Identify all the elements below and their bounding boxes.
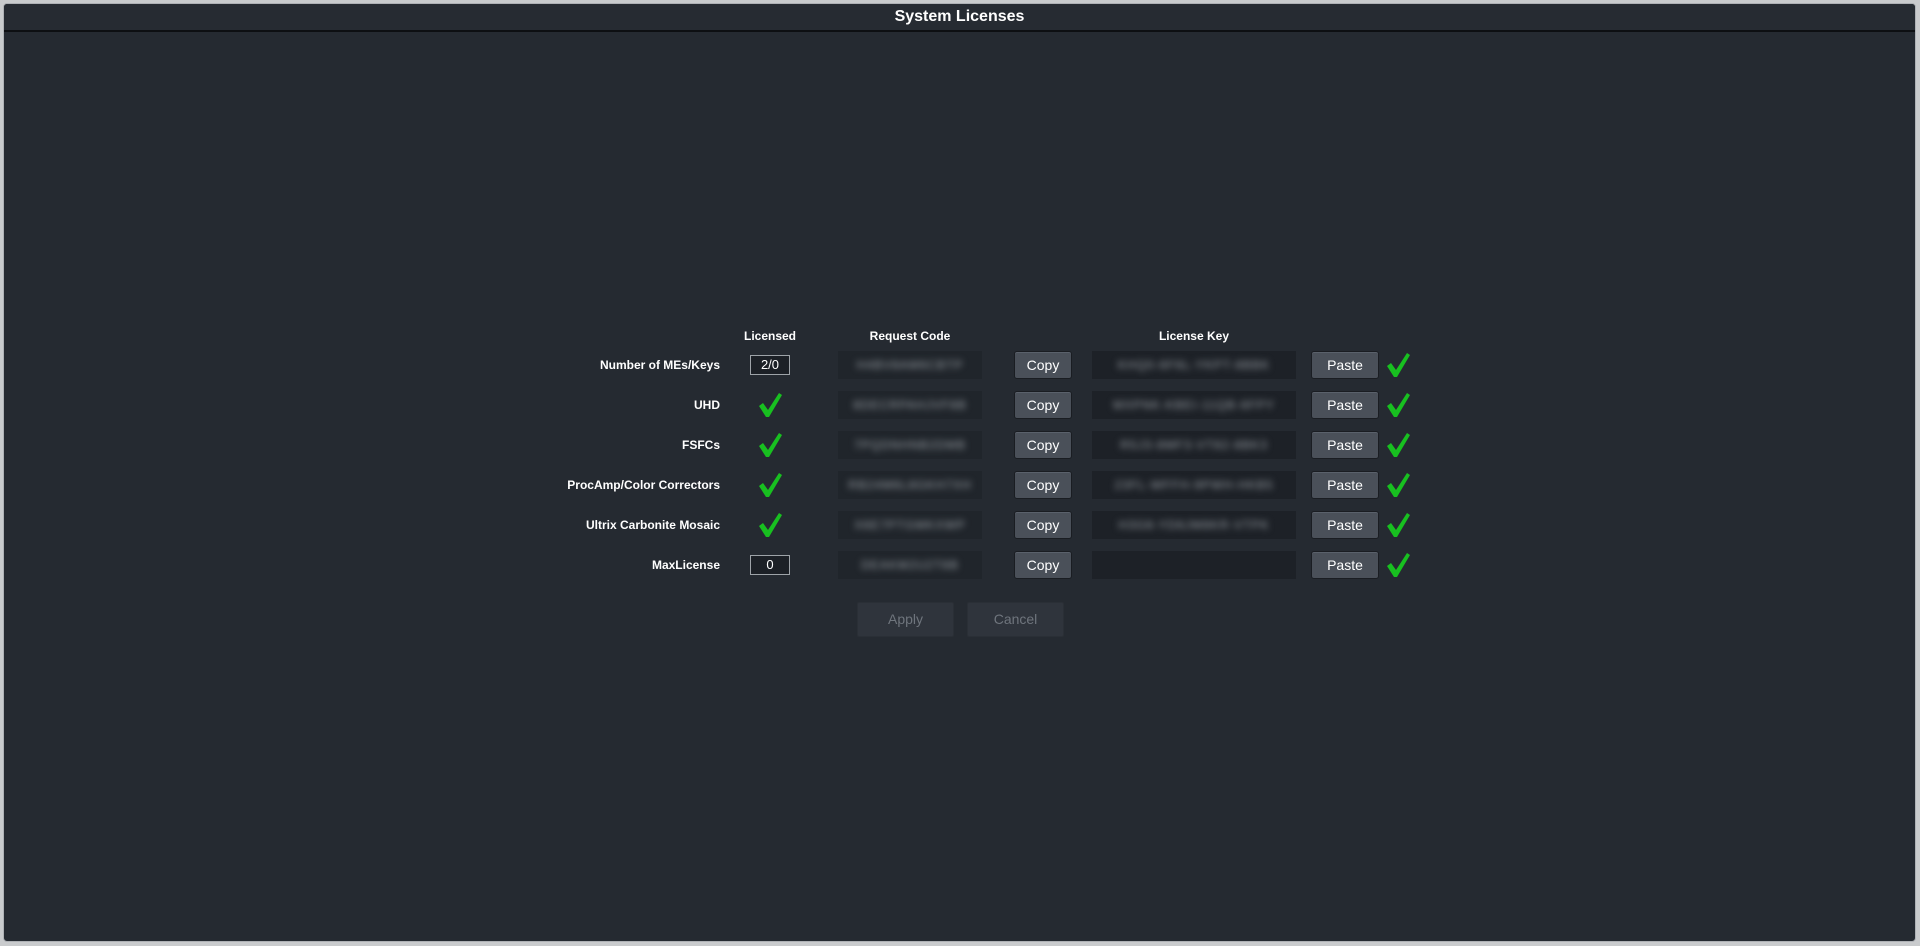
request-code-text: RB24M6L8GKH7XH: [848, 478, 972, 492]
check-icon: [759, 393, 782, 417]
paste-button[interactable]: Paste: [1311, 391, 1379, 419]
license-row-uhd: UHD 8DECRPAHJVF8B Copy MXPNK-KBEI-11QB-6…: [4, 391, 1915, 431]
apply-button[interactable]: Apply: [857, 602, 954, 637]
paste-button[interactable]: Paste: [1311, 351, 1379, 379]
license-row-fsfcs: FSFCs 7PQDNHNB2DMB Copy R5J3-8MF3-VT82-8…: [4, 431, 1915, 471]
license-key-field[interactable]: MXPNK-KBEI-11QB-6FPY: [1092, 391, 1296, 419]
license-key-text: MXPNK-KBEI-11QB-6FPY: [1113, 398, 1275, 412]
copy-button[interactable]: Copy: [1014, 511, 1072, 539]
license-key-text: R5J3-8MF3-VT82-8BK3: [1120, 438, 1268, 452]
check-icon: [1387, 513, 1410, 537]
request-code-text: 7PQDNHNB2DMB: [853, 438, 967, 452]
request-code-field: X6E7PTGMKXWP: [838, 511, 982, 539]
paste-button[interactable]: Paste: [1311, 551, 1379, 579]
license-row-maxlicense: MaxLicense 0 DEAKM2U2T8B Copy Paste: [4, 551, 1915, 591]
request-code-field: RB24M6L8GKH7XH: [838, 471, 982, 499]
check-icon: [1387, 473, 1410, 497]
license-key-field[interactable]: KHQ0-6F6L-YKPT-8BBK: [1092, 351, 1296, 379]
header-license-key: License Key: [1158, 329, 1230, 343]
window-title: System Licenses: [4, 4, 1915, 32]
request-code-field: H4BV8AM6CBTP: [838, 351, 982, 379]
row-label: MaxLicense: [651, 558, 720, 572]
row-label: FSFCs: [681, 438, 720, 452]
row-label: UHD: [694, 398, 720, 412]
request-code-text: DEAKM2U2T8B: [861, 558, 959, 572]
license-row-procamp: ProcAmp/Color Correctors RB24M6L8GKH7XH …: [4, 471, 1915, 511]
check-icon: [759, 513, 782, 537]
check-icon: [1387, 393, 1410, 417]
copy-button[interactable]: Copy: [1014, 551, 1072, 579]
request-code-field: 7PQDNHNB2DMB: [838, 431, 982, 459]
request-code-field: DEAKM2U2T8B: [838, 551, 982, 579]
license-key-text: H3G8-YD6JM8KR-VTPK: [1118, 518, 1270, 532]
license-key-text: KHQ0-6F6L-YKPT-8BBK: [1117, 358, 1271, 372]
copy-button[interactable]: Copy: [1014, 391, 1072, 419]
license-key-text: 23FL-WFFH-9PWH-HKB5: [1114, 478, 1274, 492]
paste-button[interactable]: Paste: [1311, 511, 1379, 539]
row-label: Ultrix Carbonite Mosaic: [585, 518, 720, 532]
license-key-field[interactable]: H3G8-YD6JM8KR-VTPK: [1092, 511, 1296, 539]
row-label: Number of MEs/Keys: [599, 358, 720, 372]
license-row-mes-keys: Number of MEs/Keys 2/0 H4BV8AM6CBTP Copy…: [4, 351, 1915, 391]
paste-button[interactable]: Paste: [1311, 471, 1379, 499]
header-licensed: Licensed: [743, 329, 797, 343]
license-key-field[interactable]: [1092, 551, 1296, 579]
license-key-field[interactable]: R5J3-8MF3-VT82-8BK3: [1092, 431, 1296, 459]
request-code-text: X6E7PTGMKXWP: [854, 518, 966, 532]
licensed-value: 0: [750, 555, 790, 575]
check-icon: [1387, 353, 1410, 377]
cancel-button[interactable]: Cancel: [967, 602, 1064, 637]
header-request-code: Request Code: [869, 329, 951, 343]
license-row-mosaic: Ultrix Carbonite Mosaic X6E7PTGMKXWP Cop…: [4, 511, 1915, 551]
license-key-text: [1092, 551, 1296, 579]
check-icon: [1387, 553, 1410, 577]
check-icon: [1387, 433, 1410, 457]
request-code-field: 8DECRPAHJVF8B: [838, 391, 982, 419]
copy-button[interactable]: Copy: [1014, 431, 1072, 459]
row-label: ProcAmp/Color Correctors: [567, 478, 720, 492]
check-icon: [759, 473, 782, 497]
copy-button[interactable]: Copy: [1014, 351, 1072, 379]
licensed-value: 2/0: [750, 355, 790, 375]
system-licenses-window: System Licenses Licensed Request Code Li…: [3, 3, 1916, 942]
request-code-text: 8DECRPAHJVF8B: [853, 398, 967, 412]
license-key-field[interactable]: 23FL-WFFH-9PWH-HKB5: [1092, 471, 1296, 499]
copy-button[interactable]: Copy: [1014, 471, 1072, 499]
request-code-text: H4BV8AM6CBTP: [856, 358, 964, 372]
check-icon: [759, 433, 782, 457]
paste-button[interactable]: Paste: [1311, 431, 1379, 459]
